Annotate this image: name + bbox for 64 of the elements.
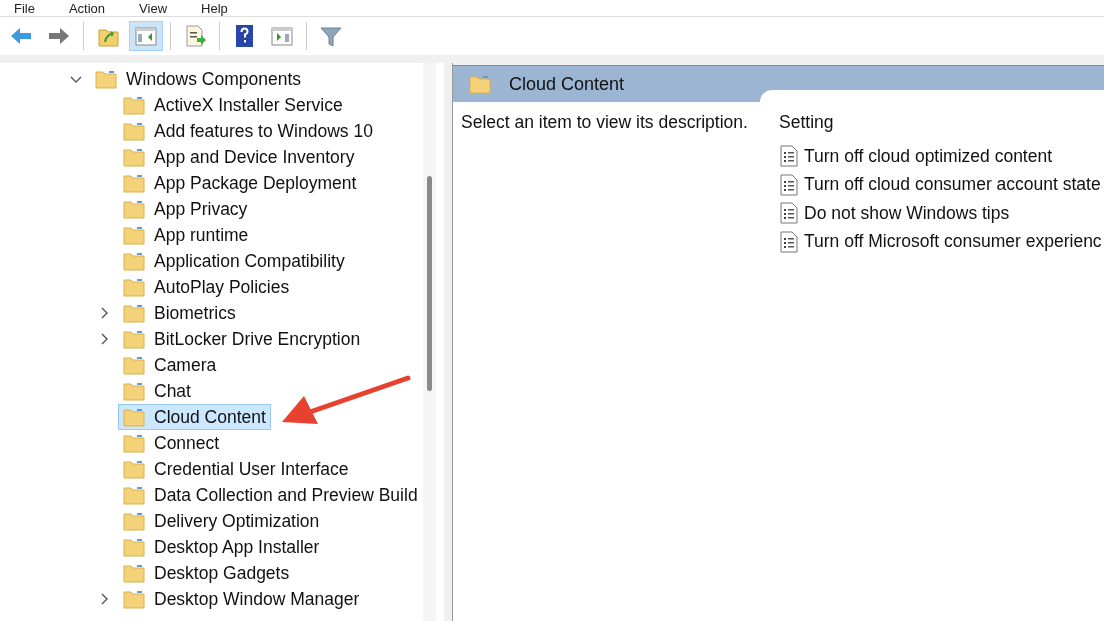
folder-icon — [469, 74, 491, 94]
tree-item[interactable]: ActiveX Installer Service — [118, 92, 348, 118]
tree-item[interactable]: Delivery Optimization — [118, 508, 325, 534]
folder-icon — [123, 459, 145, 479]
folder-icon — [123, 303, 145, 323]
tree-item[interactable]: Chat — [118, 378, 196, 404]
filter-icon — [319, 24, 343, 48]
folder-icon — [123, 511, 145, 531]
tree-item[interactable]: Cloud Content — [118, 404, 271, 430]
folder-icon — [123, 95, 145, 115]
tree-pane-icon — [134, 24, 158, 48]
menu-item[interactable]: Help — [201, 0, 228, 16]
column-header[interactable]: Setting — [779, 112, 1104, 142]
folder-icon — [123, 355, 145, 375]
tree-item[interactable]: Data Collection and Preview Build — [118, 482, 423, 508]
folder-icon — [123, 251, 145, 271]
setting-icon — [779, 173, 799, 196]
folder-icon — [123, 381, 145, 401]
tree-item[interactable]: Windows Components — [90, 66, 307, 92]
tree-item[interactable]: BitLocker Drive Encryption — [118, 326, 366, 352]
folder-icon — [123, 485, 145, 505]
scrollbar[interactable] — [422, 63, 436, 621]
tree-item[interactable]: Desktop Window Manager — [118, 586, 365, 612]
setting-icon — [779, 230, 799, 253]
folder-icon — [123, 225, 145, 245]
tree-item[interactable]: Add features to Windows 10 — [118, 118, 378, 144]
setting-icon — [779, 202, 799, 225]
scrollbar-thumb[interactable] — [426, 176, 432, 391]
tree-item[interactable]: App Package Deployment — [118, 170, 362, 196]
action-pane-icon — [270, 24, 294, 48]
tree-item[interactable]: AutoPlay Policies — [118, 274, 295, 300]
tree-item[interactable]: Camera — [118, 352, 222, 378]
menu-item[interactable]: File — [14, 0, 35, 16]
setting-item[interactable]: Turn off cloud consumer account state — [804, 174, 1101, 196]
tree-item[interactable]: App runtime — [118, 222, 254, 248]
tree-item[interactable]: Desktop App Installer — [118, 534, 325, 560]
folder-icon — [123, 589, 145, 609]
folder-icon — [123, 563, 145, 583]
setting-item[interactable]: Turn off cloud optimized content — [804, 145, 1053, 167]
folder-icon — [95, 69, 117, 89]
tree-item[interactable]: Application Compatibility — [118, 248, 350, 274]
folder-icon — [123, 147, 145, 167]
menu-item[interactable]: View — [139, 0, 168, 16]
folder-icon — [123, 407, 145, 427]
folder-icon — [123, 199, 145, 219]
folder-icon — [123, 173, 145, 193]
menu-item[interactable]: Action — [68, 0, 106, 16]
tree-item[interactable]: Credential User Interface — [118, 456, 354, 482]
setting-item[interactable]: Turn off Microsoft consumer experienc — [804, 231, 1102, 253]
tree-item[interactable]: Desktop Gadgets — [118, 560, 295, 586]
setting-item[interactable]: Do not show Windows tips — [804, 202, 1010, 224]
tree-item[interactable]: App and Device Inventory — [118, 144, 360, 170]
export-list-icon — [183, 24, 207, 48]
tree-item[interactable]: App Privacy — [118, 196, 253, 222]
folder-icon — [123, 121, 145, 141]
description-text: Select an item to view its description. — [460, 112, 749, 134]
details-title: Cloud Content — [509, 73, 625, 95]
tree-item[interactable]: Biometrics — [118, 300, 241, 326]
folder-icon — [123, 329, 145, 349]
folder-icon — [123, 537, 145, 557]
setting-icon — [779, 145, 799, 168]
folder-icon — [123, 277, 145, 297]
folder-icon — [123, 433, 145, 453]
tree-item[interactable]: Connect — [118, 430, 225, 456]
